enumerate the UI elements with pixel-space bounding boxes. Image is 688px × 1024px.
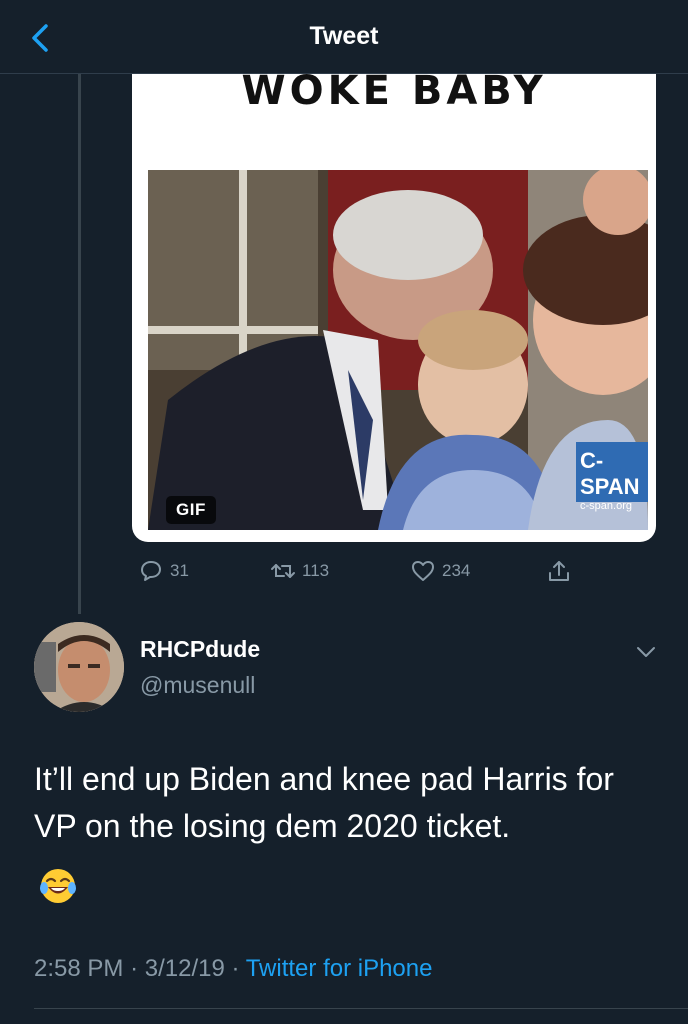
tweet-timestamp: 2:58 PM · 3/12/19 · Twitter for iPhone [34,955,432,983]
tweet-time: 2:58 PM [34,955,124,982]
tweet-source-link[interactable]: Twitter for iPhone [246,955,433,982]
cspan-logo: C-SPAN c-span.org [576,442,648,512]
gif-scene-illustration [148,170,648,530]
reply-icon [141,561,161,581]
laughing-face-icon [40,869,76,903]
like-count: 234 [442,561,471,580]
retweet-count: 113 [302,561,330,580]
heart-icon [412,561,434,581]
more-options-button[interactable] [632,638,660,666]
media-caption: WOKE BABY [241,68,547,114]
chevron-down-icon [637,647,655,657]
retweet-icon [271,564,295,578]
tears-of-joy-emoji [38,866,78,906]
separator-dot: · [231,955,246,982]
share-icon [549,561,569,581]
reply-count: 31 [170,561,189,580]
tweet-date: 3/12/19 [144,955,225,982]
share-button[interactable] [546,558,578,584]
like-button[interactable]: 234 [410,558,470,584]
author-handle[interactable]: @musenull [140,672,255,699]
avatar[interactable] [34,622,124,712]
divider [34,1008,688,1009]
thread-connector-line [78,74,81,614]
tweet-media-card[interactable]: WOKE BABY C-SPAN c-span.org GIF [132,40,656,542]
reply-button[interactable]: 31 [138,558,189,584]
retweet-button[interactable]: 113 [270,558,329,584]
gif-badge: GIF [166,496,216,524]
separator-dot: · [130,955,145,982]
top-bar: Tweet [0,0,688,74]
page-title: Tweet [309,22,379,50]
author-name[interactable]: RHCPdude [140,636,260,663]
tweet-text: It’ll end up Biden and knee pad Harris f… [34,761,614,844]
gif-image[interactable]: C-SPAN c-span.org GIF [148,170,648,530]
avatar-photo [34,622,124,712]
